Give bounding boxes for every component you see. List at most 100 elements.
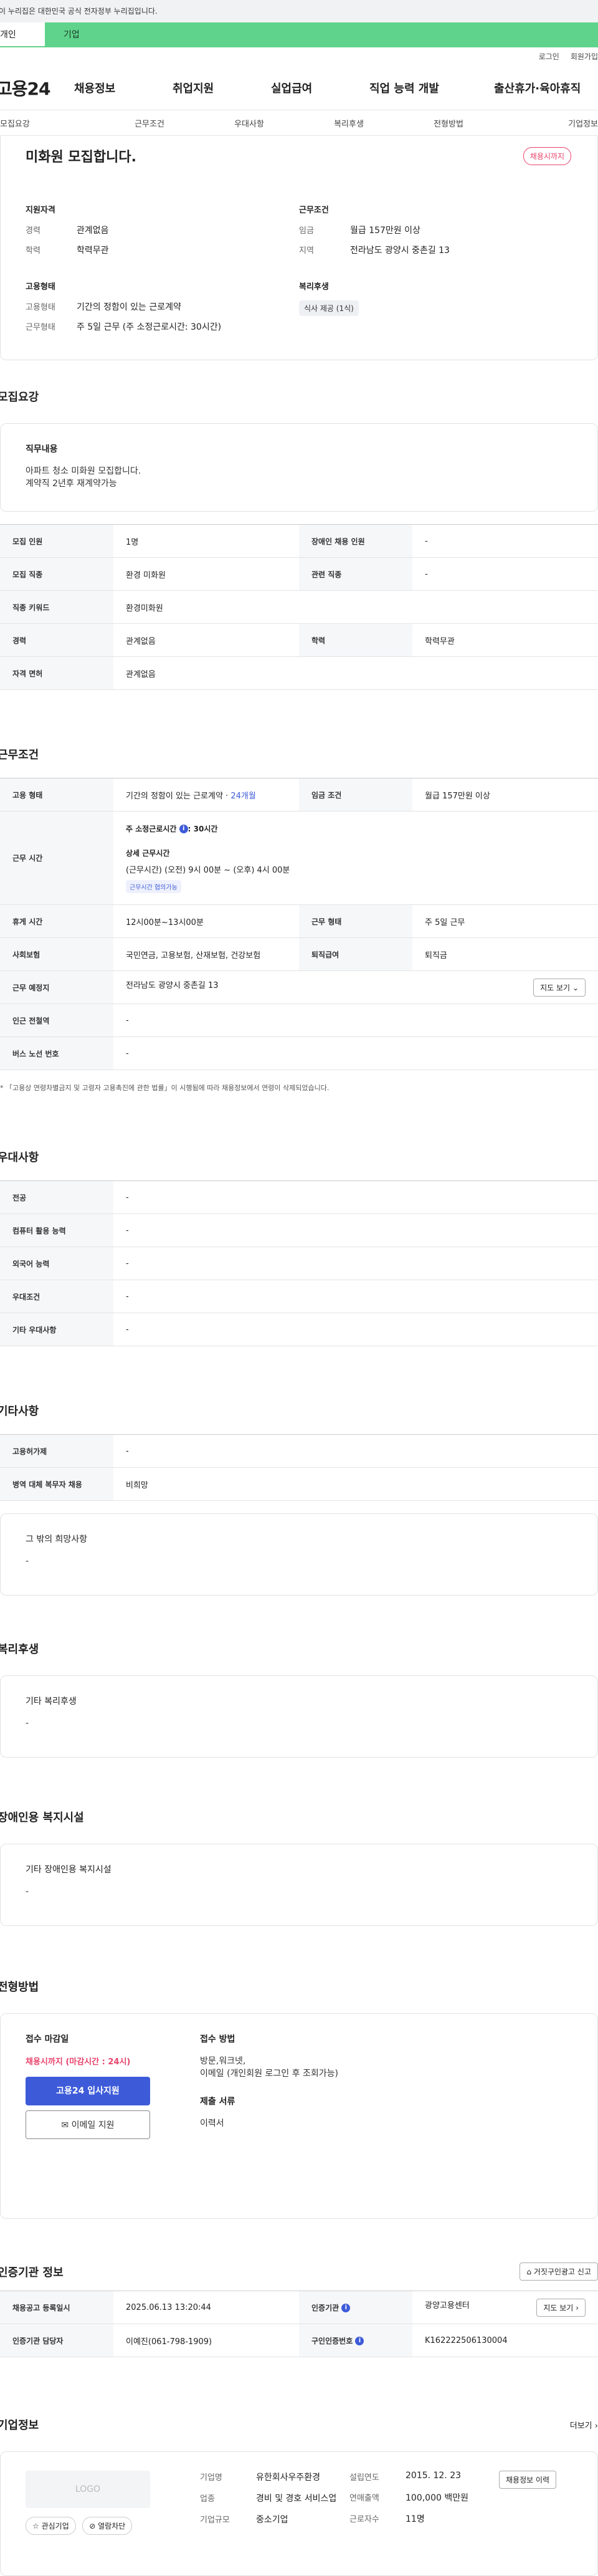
education-value: 학력무관 (77, 246, 109, 256)
table-header: 기타 우대사항 (0, 1313, 113, 1346)
table-header: 고용허가제 (0, 1434, 113, 1468)
table-header: 버스 노선 번호 (0, 1037, 113, 1070)
other-wishes-heading: 그 밖의 희망사항 (26, 1535, 88, 1544)
table-cell: 관계없음 (113, 623, 299, 657)
table-header: 인증기관 담당자 (0, 2324, 113, 2357)
table-row: 채용공고 등록일시 2025.06.13 13:20:44 인증기관 i 광양고… (0, 2291, 598, 2324)
deadline-badge: 채용시까지 (523, 147, 571, 165)
info-icon[interactable]: i (341, 2304, 351, 2312)
preferences-section-title: 우대사항 (0, 1151, 39, 1164)
other-section-title: 기타사항 (0, 1405, 39, 1418)
other-table: 고용허가제 - 병역 대체 복무자 채용 비희망 (0, 1434, 598, 1501)
login-link[interactable]: 로그인 (539, 51, 559, 66)
subnav-welfare[interactable]: 복리후생 (299, 117, 399, 129)
employment-type-heading: 고용형태 (26, 282, 55, 292)
region-value: 전라남도 광양시 중촌길 13 (350, 246, 450, 256)
welfare-heading: 복리후생 (299, 282, 329, 292)
report-fake-ad-label: 거짓구인광고 신고 (533, 2267, 591, 2276)
table-header: 인근 전철역 (0, 1003, 113, 1037)
industry-value: 경비 및 경호 서비스업 (256, 2494, 337, 2504)
table-header: 우대조건 (0, 1280, 113, 1313)
founded-label: 설립연도 (349, 2473, 379, 2483)
table-cell: 2025.06.13 13:20:44 (113, 2291, 299, 2324)
table-cell: K162222506130004 (412, 2324, 598, 2357)
table-cell: 1명 (113, 524, 299, 558)
info-icon[interactable]: i (179, 825, 188, 833)
work-type-value: 주 5일 근무 (주 소정근로시간: 30시간) (77, 322, 222, 332)
company-more-label: 더보기 (569, 2421, 592, 2431)
hiring-history-button[interactable]: 채용정보 이력 (499, 2471, 557, 2489)
report-fake-ad-button[interactable]: ⌂ 거짓구인광고 신고 (520, 2262, 598, 2281)
tab-business[interactable]: 기업 (45, 22, 598, 47)
cert-detail-button[interactable]: 지도 보기 › (536, 2298, 586, 2317)
work-place-value: 전라남도 광양시 중촌길 13 (126, 980, 219, 990)
email-apply-button[interactable]: ✉ 이메일 지원 (26, 2110, 150, 2139)
gnb-item-jobs[interactable]: 채용정보 (74, 80, 173, 96)
table-header: 채용공고 등록일시 (0, 2291, 113, 2324)
table-cell: 관계없음 (113, 656, 598, 690)
email-apply-label: 이메일 지원 (71, 2120, 115, 2130)
other-wishes-box: 그 밖의 희망사항 - (0, 1513, 598, 1596)
documents-value: 이력서 (200, 2119, 224, 2128)
table-row: 고용 형태 기간의 정함이 있는 근로계약 · 24개월 임금 조건 월급 15… (0, 778, 598, 812)
table-row: 병역 대체 복무자 채용 비희망 (0, 1467, 598, 1501)
founded-value: 2015. 12. 23 (406, 2471, 462, 2481)
join-link[interactable]: 회원가입 (571, 51, 598, 66)
table-cell: - (113, 1313, 598, 1346)
map-view-button[interactable]: 지도 보기 ⌄ (533, 978, 586, 997)
block-view-label: 열람차단 (98, 2522, 126, 2531)
block-view-button[interactable]: ⊘ 열람차단 (82, 2517, 133, 2535)
cert-table: 채용공고 등록일시 2025.06.13 13:20:44 인증기관 i 광양고… (0, 2291, 598, 2357)
subnav-conditions[interactable]: 근무조건 (100, 117, 199, 129)
table-cell: 국민연금, 고용보험, 산재보험, 건강보험 (113, 937, 299, 971)
favorite-company-button[interactable]: ☆ 관심기업 (26, 2517, 76, 2535)
gnb-item-employment-support[interactable]: 취업지원 (173, 80, 271, 96)
table-header: 관련 직종 (299, 557, 412, 591)
table-cell: 광양고용센터 지도 보기 › (412, 2291, 598, 2324)
welfare-chip: 식사 제공 (1식) (299, 300, 359, 316)
work-type-label: 근무형태 (26, 323, 55, 332)
job-description-line-1: 아파트 청소 미화원 모집합니다. (26, 466, 141, 476)
sales-value: 100,000 백만원 (406, 2493, 468, 2503)
table-header: 퇴직급여 (299, 937, 412, 971)
site-logo[interactable]: 고용24 (0, 75, 74, 100)
table-row: 전공 - (0, 1180, 598, 1214)
apply-button[interactable]: 고용24 입사지원 (26, 2077, 150, 2105)
table-row: 모집 인원 1명 장애인 채용 인원 - (0, 524, 598, 558)
table-row: 인증기관 담당자 이예진(061-798-1909) 구인인증번호 i K162… (0, 2324, 598, 2357)
staff-label: 근로자수 (349, 2515, 379, 2524)
subnav-company[interactable]: 기업정보 (498, 117, 598, 129)
subnav-recruit[interactable]: 모집요강 (0, 117, 100, 129)
job-title: 미화원 모집합니다. (26, 150, 136, 165)
table-cell: 비희망 (113, 1467, 598, 1501)
hours-detail-value: (근무시간) (오전) 9시 00분 ~ (오후) 4시 00분 (126, 865, 290, 875)
tab-individual[interactable]: 개인 (0, 22, 45, 47)
cert-section-title: 인증기관 정보 (0, 2266, 64, 2279)
table-cell: 이예진(061-798-1909) (113, 2324, 299, 2357)
info-icon[interactable]: i (355, 2337, 364, 2345)
gnb-item-unemployment-benefit[interactable]: 실업급여 (271, 80, 369, 96)
subnav-preferences[interactable]: 우대사항 (199, 117, 299, 129)
table-row: 직종 키워드 환경미화원 (0, 590, 598, 624)
conditions-section-title: 근무조건 (0, 749, 39, 762)
table-cell: 환경미화원 (113, 590, 598, 624)
table-header: 사회보험 (0, 937, 113, 971)
table-header: 전공 (0, 1180, 113, 1214)
table-cell: 12시00분~13시00분 (113, 904, 299, 938)
gnb-item-parental-leave[interactable]: 출산휴가·육아휴직 (494, 80, 581, 96)
method-heading: 접수 방법 (200, 2034, 235, 2044)
wage-value: 월급 157만원 이상 (350, 226, 420, 236)
table-row: 경력 관계없음 학력 학력무관 (0, 623, 598, 657)
employment-type-text: 기간의 정함이 있는 근로계약 · (126, 791, 231, 801)
cert-detail-label: 지도 보기 (543, 2303, 574, 2312)
table-header: 장애인 채용 인원 (299, 524, 412, 558)
subnav-selection[interactable]: 전형방법 (399, 117, 498, 129)
company-name-value: 유한회사우주환경 (256, 2473, 321, 2483)
gnb-item-vocational-training[interactable]: 직업 능력 개발 (369, 80, 494, 96)
region-label: 지역 (299, 246, 314, 256)
recruit-table: 모집 인원 1명 장애인 채용 인원 - 모집 직종 환경 미화원 관련 직종 … (0, 524, 598, 690)
table-row: 인근 전철역 - (0, 1003, 598, 1037)
qualification-heading: 지원자격 (26, 206, 55, 215)
company-name-label: 기업명 (200, 2473, 222, 2483)
table-row: 고용허가제 - (0, 1434, 598, 1468)
